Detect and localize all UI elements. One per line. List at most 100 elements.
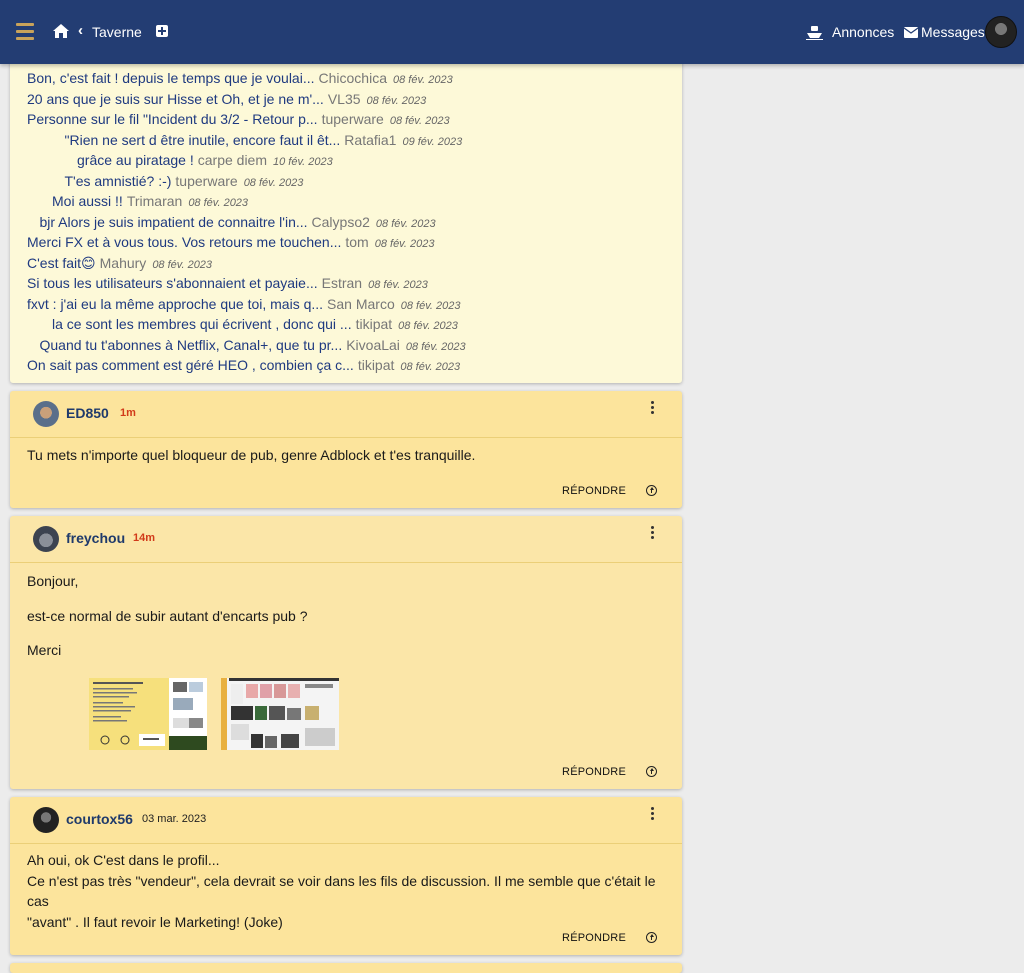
thread-item-date: 09 fév. 2023 <box>402 135 463 148</box>
post-card: courtox56 03 mar. 2023 Ah oui, ok C'est … <box>10 797 682 955</box>
post-text: "avant" . Il faut revoir le Marketing! (… <box>27 913 283 930</box>
attachment-thumbnail[interactable] <box>221 678 339 750</box>
reply-button[interactable]: RÉPONDRE <box>562 766 626 778</box>
thread-item-title[interactable]: C'est fait😊 <box>27 255 96 271</box>
thread-item-date: 08 fév. 2023 <box>392 74 453 86</box>
breadcrumb[interactable]: Taverne <box>92 24 142 40</box>
thread-item-title[interactable]: Merci FX et à vous tous. Vos retours me … <box>27 234 341 250</box>
thread-item[interactable]: T'es amnistié? :-) tuperware 08 fév. 2023 <box>10 171 682 192</box>
thread-item[interactable]: Quand tu t'abonnes à Netflix, Canal+, qu… <box>10 335 682 356</box>
post-header: ED850 1m <box>10 391 682 438</box>
envelope-icon <box>904 26 918 38</box>
plus-square-icon[interactable] <box>156 25 168 37</box>
thread-item-title[interactable]: bjr Alors je suis impatient de connaitre… <box>40 214 308 230</box>
thread-item-title[interactable]: "Rien ne sert d être inutile, encore fau… <box>65 132 341 148</box>
thread-item[interactable]: la ce sont les membres qui écrivent , do… <box>10 314 682 335</box>
thread-item-title[interactable]: On sait pas comment est géré HEO , combi… <box>27 357 354 373</box>
thread-item[interactable]: Merci FX et à vous tous. Vos retours me … <box>10 232 682 253</box>
thread-item[interactable]: Si tous les utilisateurs s'abonnaient et… <box>10 273 682 294</box>
thread-item-title[interactable]: Quand tu t'abonnes à Netflix, Canal+, qu… <box>40 337 343 353</box>
chevron-left-icon[interactable]: ‹ <box>78 22 83 39</box>
avatar[interactable] <box>33 401 59 427</box>
thread-item-author: tikipat <box>355 316 393 332</box>
post-text: est-ce normal de subir autant d'encarts … <box>27 607 308 624</box>
thread-item[interactable]: bjr Alors je suis impatient de connaitre… <box>10 212 682 233</box>
thread-item-author: Chicochica <box>318 70 387 86</box>
thread-item-author: VL35 <box>327 90 361 107</box>
thread-item[interactable]: fxvt : j'ai eu la même approche que toi,… <box>10 294 682 315</box>
thread-tree: Bon, c'est fait ! depuis le temps que je… <box>10 68 682 376</box>
thread-item-title[interactable]: Bon, c'est fait ! depuis le temps que je… <box>27 70 315 86</box>
post-date: 03 mar. 2023 <box>142 813 207 825</box>
avatar[interactable] <box>33 526 59 552</box>
post-body: Bonjour, est-ce normal de subir autant d… <box>10 563 682 661</box>
thread-item[interactable]: Bon, c'est fait ! depuis le temps que je… <box>10 68 682 89</box>
thread-item-title[interactable]: Moi aussi !! <box>52 193 123 209</box>
user-avatar[interactable] <box>985 16 1017 48</box>
thread-item-title[interactable]: T'es amnistié? :-) <box>65 173 172 189</box>
attachment-thumbnail[interactable] <box>89 678 207 750</box>
thread-item-title[interactable]: la ce sont les membres qui écrivent , do… <box>52 316 352 332</box>
thread-item-author: tuperware <box>321 111 384 127</box>
thread-item-author: tuperware <box>175 172 238 189</box>
thread-item-author: tom <box>345 234 369 250</box>
thread-item[interactable]: C'est fait😊 Mahury 08 fév. 2023 <box>10 253 682 274</box>
thread-item[interactable]: grâce au piratage ! carpe diem 10 fév. 202… <box>10 150 682 171</box>
thread-item-author: KivoaLai <box>346 336 400 353</box>
thread-item-title[interactable]: Personne sur le fil "Incident du 3/2 - R… <box>27 111 318 127</box>
post-author[interactable]: freychou <box>66 530 125 546</box>
ads-link[interactable]: Annonces <box>806 24 894 40</box>
messages-link[interactable]: Messages <box>904 24 985 40</box>
thread-item-date: 08 fév. 2023 <box>152 258 213 271</box>
thread-item-author: tikipat <box>357 357 395 373</box>
thread-item-date: 08 fév. 2023 <box>368 279 428 291</box>
post-time: 14m <box>133 532 156 544</box>
post-author[interactable]: ED850 <box>66 405 109 421</box>
thread-item[interactable]: Moi aussi !! Trimaran 08 fév. 2023 <box>10 191 682 212</box>
thread-item-date: 08 fév. 2023 <box>374 238 435 250</box>
post-text: Merci <box>27 642 62 658</box>
thread-item[interactable]: Personne sur le fil "Incident du 3/2 - R… <box>10 109 682 130</box>
hamburger-icon[interactable] <box>16 23 34 40</box>
thread-item-title[interactable]: fxvt : j'ai eu la même approche que toi,… <box>27 296 323 312</box>
arrow-up-circle-icon[interactable] <box>646 485 657 496</box>
top-bar: ‹ Taverne Annonces Messages <box>0 0 1024 64</box>
post-time: 1m <box>120 407 136 419</box>
post-card: ED850 1m Tu mets n'importe quel bloqueur… <box>10 391 682 508</box>
thread-item-author: Trimaran <box>126 193 183 209</box>
post-header: freychou 14m <box>10 516 682 563</box>
thread-item[interactable]: On sait pas comment est géré HEO , combi… <box>10 355 682 376</box>
thread-item-title[interactable]: Si tous les utilisateurs s'abonnaient et… <box>27 275 318 291</box>
avatar[interactable] <box>33 807 59 833</box>
post-header: courtox56 03 mar. 2023 <box>10 797 682 844</box>
thread-item-author: Estran <box>321 275 363 291</box>
thread-item-author: Calypso2 <box>311 213 370 230</box>
arrow-up-circle-icon[interactable] <box>646 932 657 943</box>
thread-item-author: carpe diem <box>197 152 268 168</box>
ads-label: Annonces <box>832 24 895 40</box>
thread-item-author: Ratafia1 <box>344 131 397 148</box>
kebab-icon[interactable] <box>651 401 655 416</box>
thread-item-date: 08 fév. 2023 <box>405 340 466 353</box>
post-text: Tu mets n'importe quel bloqueur de pub, … <box>27 447 476 463</box>
reply-button[interactable]: RÉPONDRE <box>562 932 626 944</box>
post-author[interactable]: courtox56 <box>66 811 133 827</box>
thread-item-date: 10 fév. 2023 <box>273 156 333 168</box>
reply-button[interactable]: RÉPONDRE <box>562 485 626 497</box>
post-body: Ah oui, ok C'est dans le profil... Ce n'… <box>10 844 682 932</box>
thread-item[interactable]: "Rien ne sert d être inutile, encore fau… <box>10 130 682 151</box>
thread-item-date: 08 fév. 2023 <box>398 320 458 332</box>
thread-item[interactable]: 20 ans que je suis sur Hisse et Oh, et j… <box>10 89 682 110</box>
arrow-up-circle-icon[interactable] <box>646 766 657 777</box>
post-text: Bonjour, <box>27 573 79 589</box>
kebab-icon[interactable] <box>651 807 655 822</box>
thread-item-title[interactable]: 20 ans que je suis sur Hisse et Oh, et j… <box>27 91 324 107</box>
post-text: Ah oui, ok C'est dans le profil... <box>27 852 220 868</box>
thread-item-author: Mahury <box>99 254 147 271</box>
thread-tree-panel: Bon, c'est fait ! depuis le temps que je… <box>10 40 682 383</box>
kebab-icon[interactable] <box>651 526 655 541</box>
home-icon[interactable] <box>53 24 69 38</box>
post-card <box>10 963 682 973</box>
thread-item-title[interactable]: grâce au piratage ! <box>77 152 194 168</box>
thread-item-date: 08 fév. 2023 <box>389 115 450 127</box>
